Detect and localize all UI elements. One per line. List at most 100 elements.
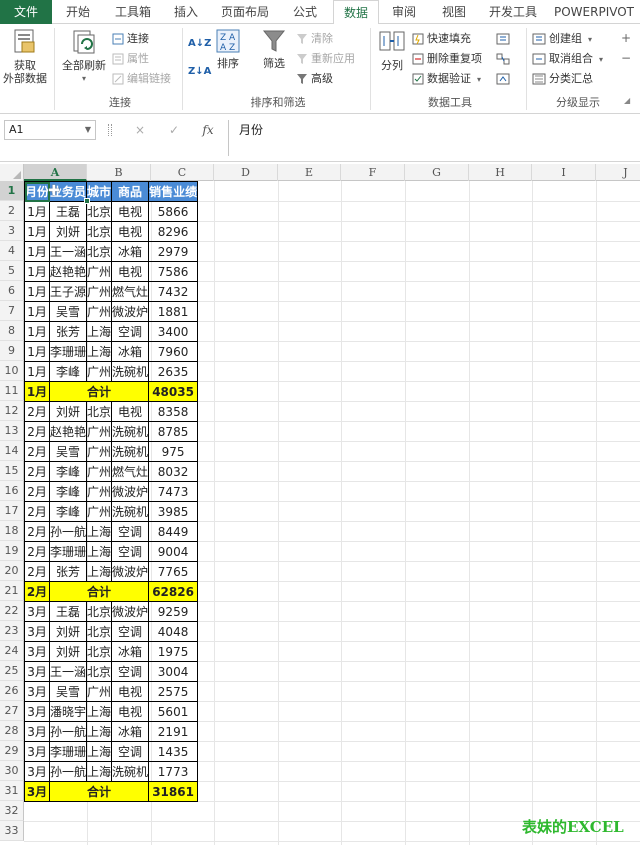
table-cell[interactable]: 燃气灶 (111, 461, 150, 482)
table-cell[interactable]: 7960 (148, 341, 199, 362)
table-cell[interactable]: 冰箱 (111, 721, 150, 742)
ribbon-tab[interactable]: POWERPIVOT (550, 0, 638, 24)
table-cell[interactable]: 冰箱 (111, 641, 150, 662)
table-cell[interactable]: 3004 (148, 661, 199, 682)
table-cell[interactable]: 7473 (148, 481, 199, 502)
table-cell[interactable]: 空调 (111, 661, 150, 682)
name-box[interactable]: A1 ▼ (4, 120, 96, 140)
row-header[interactable]: 29 (0, 741, 24, 761)
relationships-button[interactable] (496, 50, 513, 68)
subtotal-value-cell[interactable]: 62826 (148, 581, 199, 602)
fill-handle[interactable] (84, 198, 90, 204)
subtotal-month-cell[interactable]: 2月 (23, 581, 51, 602)
ribbon-tab[interactable]: 公式 (283, 0, 327, 24)
table-cell[interactable]: 1月 (23, 221, 51, 242)
table-cell[interactable]: 孙一航 (49, 521, 88, 542)
table-cell[interactable]: 1月 (23, 361, 51, 382)
table-cell[interactable]: 王子源 (49, 281, 88, 302)
table-cell[interactable]: 1月 (23, 241, 51, 262)
enter-icon[interactable]: ✓ (164, 120, 184, 140)
worksheet-grid[interactable]: ABCDEFGHIJ 1 2 3 4 5 6 7 8 9 10 11 12 13 14 15 16 17 18 19… (0, 164, 640, 845)
table-cell[interactable]: 电视 (111, 201, 150, 222)
table-cell[interactable]: 2月 (23, 561, 51, 582)
table-cell[interactable]: 1月 (23, 261, 51, 282)
row-header[interactable]: 21 (0, 581, 24, 601)
table-cell[interactable]: 8296 (148, 221, 199, 242)
row-header[interactable]: 3 (0, 221, 24, 241)
dialog-launcher-icon[interactable]: ◢ (624, 96, 634, 106)
table-cell[interactable]: 广州 (86, 301, 113, 322)
table-cell[interactable]: 2575 (148, 681, 199, 702)
cancel-icon[interactable]: × (130, 120, 150, 140)
row-header[interactable]: 15 (0, 461, 24, 481)
table-cell[interactable]: 吴雪 (49, 301, 88, 322)
table-cell[interactable]: 北京 (86, 621, 113, 642)
row-header[interactable]: 7 (0, 301, 24, 321)
table-cell[interactable]: 2979 (148, 241, 199, 262)
subtotal-button[interactable]: 分类汇总 (532, 70, 593, 88)
table-cell[interactable]: 4048 (148, 621, 199, 642)
remove-duplicates-button[interactable]: 删除重复项 (412, 50, 482, 68)
table-cell[interactable]: 电视 (111, 681, 150, 702)
formula-bar-grip[interactable] (108, 124, 112, 136)
what-if-button[interactable] (496, 70, 513, 88)
column-header[interactable]: E (278, 164, 341, 181)
row-header[interactable]: 1 (0, 181, 24, 201)
table-cell[interactable]: 3985 (148, 501, 199, 522)
table-cell[interactable]: 8358 (148, 401, 199, 422)
table-cell[interactable]: 3月 (23, 641, 51, 662)
insert-function-button[interactable]: fx (198, 120, 218, 140)
table-cell[interactable]: 8449 (148, 521, 199, 542)
table-cell[interactable]: 李峰 (49, 501, 88, 522)
table-cell[interactable]: 李珊珊 (49, 541, 88, 562)
table-cell[interactable]: 7586 (148, 261, 199, 282)
clear-filter-button[interactable]: 清除 (296, 30, 333, 48)
ribbon-tab[interactable]: 开始 (55, 0, 101, 24)
ribbon-tab[interactable]: 工具箱 (107, 0, 159, 24)
table-cell[interactable]: 5866 (148, 201, 199, 222)
column-header[interactable]: A (24, 164, 87, 181)
table-cell[interactable]: 2月 (23, 521, 51, 542)
sort-descending-button[interactable]: Z↓A (188, 62, 211, 80)
header-cell[interactable]: 城市 (86, 181, 113, 202)
table-cell[interactable]: 电视 (111, 261, 150, 282)
table-cell[interactable]: 1月 (23, 301, 51, 322)
table-cell[interactable]: 2191 (148, 721, 199, 742)
row-header[interactable]: 17 (0, 501, 24, 521)
ribbon-tab[interactable]: 插入 (165, 0, 207, 24)
flash-fill-button[interactable]: 快速填充 (412, 30, 471, 48)
table-cell[interactable]: 上海 (86, 541, 113, 562)
table-cell[interactable]: 冰箱 (111, 241, 150, 262)
table-cell[interactable]: 李珊珊 (49, 341, 88, 362)
select-all-button[interactable] (0, 164, 24, 181)
sales-table[interactable]: 月份 业务员 城市 商品 销售业绩 1月 王磊 北京 电视 5866 1月 刘妍 北京 电视 8296 1月王… (23, 181, 199, 802)
sort-ascending-button[interactable]: A↓Z (188, 34, 211, 52)
table-cell[interactable]: 广州 (86, 501, 113, 522)
properties-button[interactable]: 属性 (112, 50, 149, 68)
table-cell[interactable]: 广州 (86, 481, 113, 502)
table-cell[interactable]: 广州 (86, 441, 113, 462)
table-cell[interactable]: 上海 (86, 341, 113, 362)
table-cell[interactable]: 975 (148, 441, 199, 462)
table-cell[interactable]: 上海 (86, 521, 113, 542)
table-cell[interactable]: 电视 (111, 221, 150, 242)
column-header[interactable]: H (469, 164, 532, 181)
table-cell[interactable]: 上海 (86, 701, 113, 722)
table-cell[interactable]: 1881 (148, 301, 199, 322)
column-header[interactable]: B (87, 164, 151, 181)
table-cell[interactable]: 8032 (148, 461, 199, 482)
table-cell[interactable]: 9259 (148, 601, 199, 622)
table-cell[interactable]: 北京 (86, 641, 113, 662)
ribbon-tab[interactable]: 文件 (0, 0, 52, 24)
table-cell[interactable]: 王一涵 (49, 241, 88, 262)
table-cell[interactable]: 北京 (86, 241, 113, 262)
table-cell[interactable]: 北京 (86, 201, 113, 222)
consolidate-button[interactable] (496, 30, 513, 48)
refresh-all-button[interactable]: 全部刷新 ▾ (58, 28, 110, 85)
ungroup-button[interactable]: 取消组合 ▾ (532, 50, 603, 68)
table-cell[interactable]: 3400 (148, 321, 199, 342)
row-header[interactable]: 10 (0, 361, 24, 381)
table-cell[interactable]: 广州 (86, 681, 113, 702)
column-header[interactable]: J (596, 164, 640, 181)
table-cell[interactable]: 9004 (148, 541, 199, 562)
